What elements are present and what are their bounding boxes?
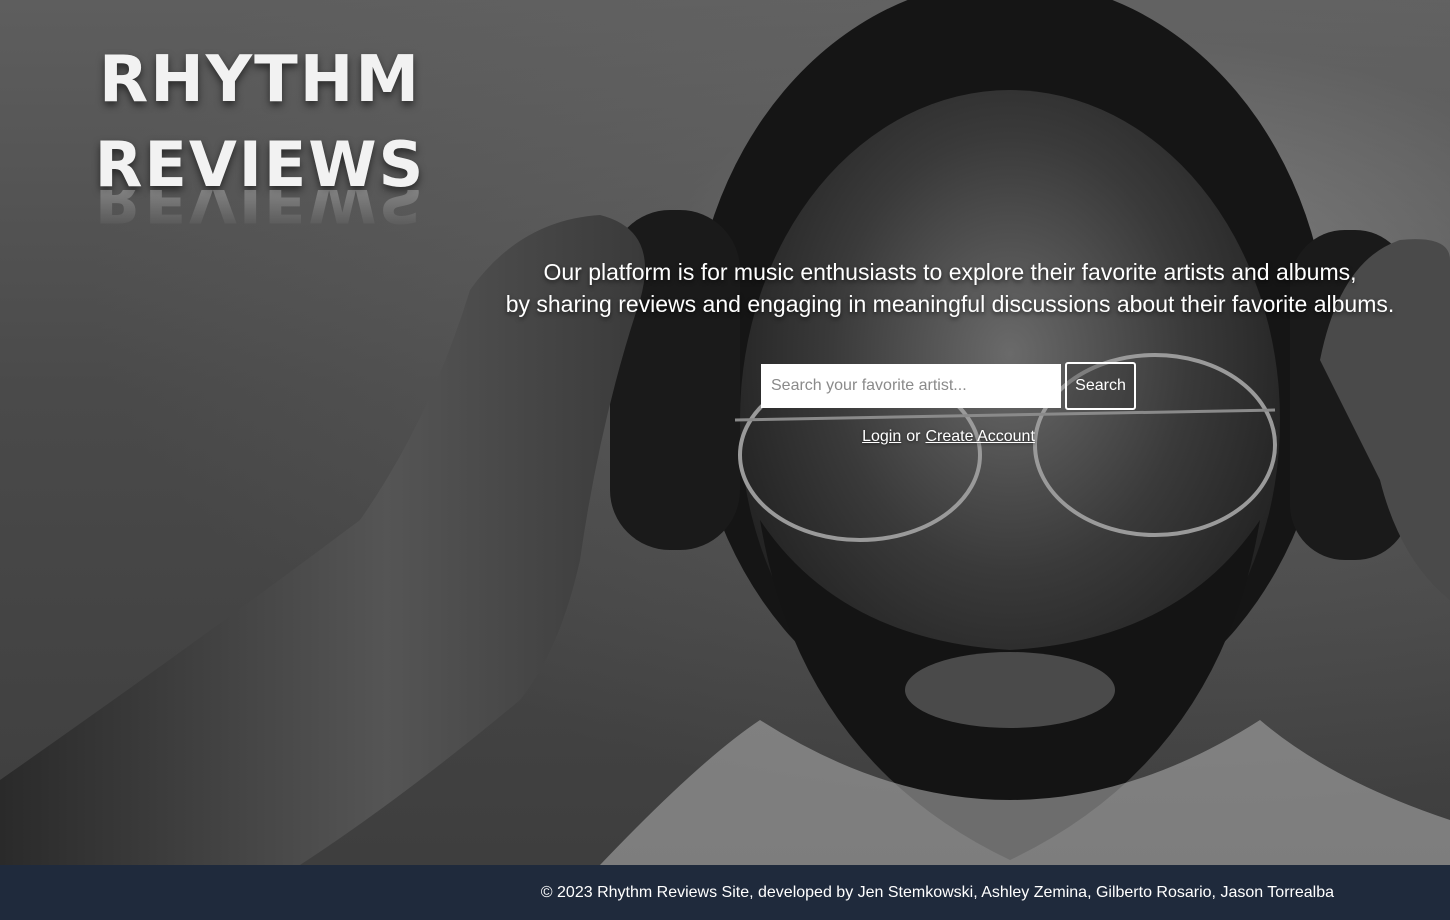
footer-copyright: © 2023 Rhythm Reviews Site, developed by… — [540, 884, 1334, 901]
site-logo[interactable]: RHYTHM REVIEWS REVIEWS — [40, 48, 480, 230]
hero-section: RHYTHM REVIEWS REVIEWS Our platform is f… — [0, 0, 1450, 865]
create-account-link[interactable]: Create Account — [925, 428, 1034, 445]
search-input[interactable] — [761, 364, 1061, 408]
tagline-line-1: Our platform is for music enthusiasts to… — [543, 259, 1357, 285]
site-footer: © 2023 Rhythm Reviews Site, developed by… — [0, 865, 1450, 920]
tagline-line-2: by sharing reviews and engaging in meani… — [505, 291, 1395, 317]
login-link[interactable]: Login — [862, 428, 901, 445]
logo-reflection: REVIEWS — [94, 190, 426, 230]
search-button[interactable]: Search — [1065, 362, 1136, 410]
auth-separator: or — [906, 428, 921, 445]
logo-text-reviews: REVIEWS — [94, 128, 426, 201]
logo-text-rhythm: RHYTHM — [98, 43, 422, 117]
search-form: Search — [761, 362, 1136, 410]
hero-tagline: Our platform is for music enthusiasts to… — [470, 256, 1430, 320]
auth-links: Login or Create Account — [761, 428, 1136, 446]
